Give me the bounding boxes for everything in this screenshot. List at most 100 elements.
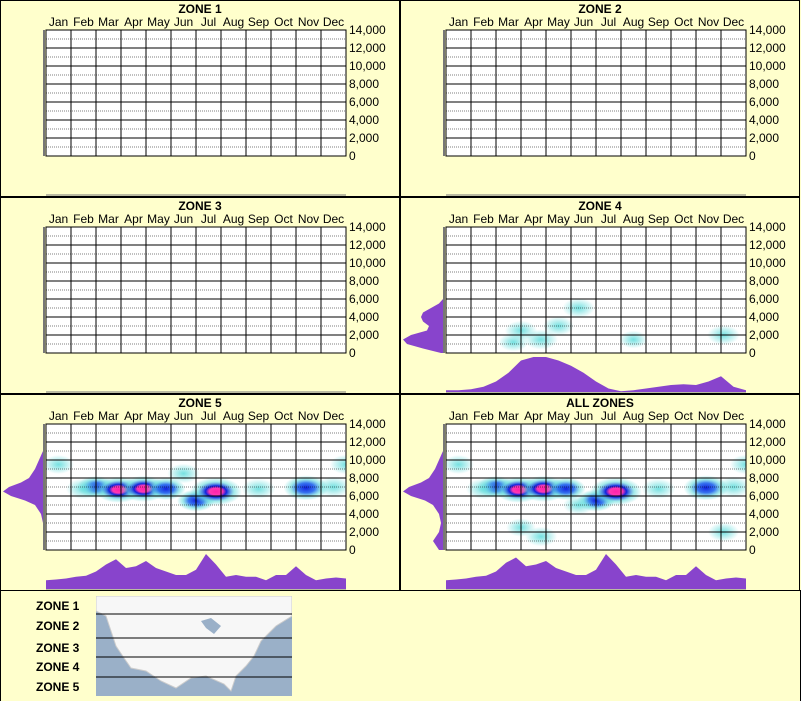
y-tick-label: 8,000 — [749, 471, 779, 485]
month-label: May — [147, 409, 170, 423]
month-label: Apr — [524, 212, 543, 226]
month-label: Nov — [298, 212, 319, 226]
month-label: Aug — [623, 15, 644, 29]
y-tick-label: 0 — [749, 543, 756, 557]
y-tick-label: 12,000 — [349, 238, 386, 252]
month-label: Feb — [473, 212, 494, 226]
y-tick-label: 8,000 — [349, 274, 379, 288]
month-label: Oct — [674, 15, 693, 29]
month-label: Sep — [248, 212, 270, 226]
y-tick-label: 12,000 — [749, 238, 786, 252]
month-label: Aug — [223, 15, 244, 29]
y-tick-label: 14,000 — [349, 23, 386, 37]
y-tick-label: 6,000 — [749, 95, 779, 109]
y-tick-label: 12,000 — [349, 41, 386, 55]
month-label: Aug — [623, 409, 644, 423]
month-label: Nov — [298, 409, 319, 423]
heat-spot — [167, 464, 199, 484]
legend-zone-3: ZONE 3 — [36, 641, 79, 655]
y-tick-label: 6,000 — [349, 292, 379, 306]
heat-spot — [590, 478, 642, 506]
y-tick-label: 12,000 — [349, 435, 386, 449]
y-tick-label: 4,000 — [349, 113, 379, 127]
month-label: Jan — [49, 212, 68, 226]
month-label: Apr — [124, 15, 143, 29]
y-tick-label: 0 — [749, 149, 756, 163]
month-label: Apr — [124, 409, 143, 423]
month-label: Jun — [574, 15, 593, 29]
elevation-month-chart: ZONE 1JanFebMarAprMayJunJulAugSepOctNovD… — [0, 0, 801, 701]
y-tick-label: 2,000 — [349, 328, 379, 342]
month-label: Jun — [174, 409, 193, 423]
heat-spot — [499, 333, 529, 351]
panel-zone-1: ZONE 1JanFebMarAprMayJunJulAugSepOctNovD… — [0, 0, 400, 197]
y-tick-label: 12,000 — [749, 435, 786, 449]
month-label: Aug — [223, 212, 244, 226]
month-label: Apr — [524, 409, 543, 423]
month-label: Jul — [201, 212, 216, 226]
panel-title: ZONE 5 — [178, 396, 222, 410]
month-label: Feb — [73, 15, 94, 29]
month-label: Jul — [601, 15, 616, 29]
y-tick-label: 6,000 — [749, 489, 779, 503]
y-tick-label: 0 — [349, 149, 356, 163]
y-tick-label: 4,000 — [349, 310, 379, 324]
y-tick-label: 10,000 — [749, 453, 786, 467]
zone-legend: ZONE 1 ZONE 2 ZONE 3 ZONE 4 ZONE 5 — [0, 590, 801, 701]
y-tick-label: 10,000 — [749, 59, 786, 73]
month-label: Feb — [473, 15, 494, 29]
month-label: Apr — [524, 15, 543, 29]
y-tick-label: 8,000 — [749, 77, 779, 91]
month-label: Aug — [623, 212, 644, 226]
legend-zone-5: ZONE 5 — [36, 680, 79, 694]
month-label: Jan — [49, 409, 68, 423]
month-label: Feb — [73, 409, 94, 423]
y-tick-label: 8,000 — [749, 274, 779, 288]
heat-spot — [443, 455, 474, 474]
month-label: Oct — [274, 409, 293, 423]
heat-spot — [619, 331, 647, 349]
month-label: Jul — [201, 409, 216, 423]
month-label: Dec — [723, 212, 744, 226]
month-label: May — [547, 409, 570, 423]
month-label: Oct — [674, 409, 693, 423]
month-label: Dec — [323, 409, 344, 423]
month-label: Jan — [449, 409, 468, 423]
y-tick-label: 0 — [749, 346, 756, 360]
y-tick-label: 10,000 — [349, 453, 386, 467]
month-label: Feb — [73, 212, 94, 226]
panel-zone-5: ZONE 5JanFebMarAprMayJunJulAugSepOctNovD… — [0, 394, 400, 591]
y-tick-label: 12,000 — [749, 41, 786, 55]
month-label: Dec — [323, 15, 344, 29]
legend-zone-4: ZONE 4 — [36, 660, 79, 674]
y-tick-label: 14,000 — [749, 220, 786, 234]
panel-title: ZONE 3 — [178, 199, 222, 213]
month-label: Apr — [124, 212, 143, 226]
month-label: Jun — [174, 212, 193, 226]
month-label: Aug — [223, 409, 244, 423]
y-tick-label: 2,000 — [349, 131, 379, 145]
month-label: Oct — [674, 212, 693, 226]
month-label: Sep — [648, 15, 670, 29]
y-tick-label: 4,000 — [349, 507, 379, 521]
heat-spot — [43, 455, 74, 474]
y-tick-label: 8,000 — [349, 471, 379, 485]
month-label: Sep — [648, 409, 670, 423]
month-label: Dec — [723, 409, 744, 423]
month-label: Jul — [601, 212, 616, 226]
y-tick-label: 14,000 — [749, 417, 786, 431]
month-label: Nov — [698, 15, 719, 29]
y-tick-label: 0 — [349, 543, 356, 557]
month-label: Jan — [449, 212, 468, 226]
month-label: Sep — [248, 409, 270, 423]
month-label: Jun — [174, 15, 193, 29]
heat-spot — [190, 478, 242, 506]
panel-zone-2: ZONE 2JanFebMarAprMayJunJulAugSepOctNovD… — [400, 0, 800, 197]
month-label: Nov — [298, 15, 319, 29]
month-label: May — [547, 212, 570, 226]
month-label: Mar — [98, 15, 119, 29]
y-tick-label: 6,000 — [349, 95, 379, 109]
y-tick-label: 14,000 — [349, 417, 386, 431]
y-tick-label: 0 — [349, 346, 356, 360]
y-tick-label: 4,000 — [749, 507, 779, 521]
